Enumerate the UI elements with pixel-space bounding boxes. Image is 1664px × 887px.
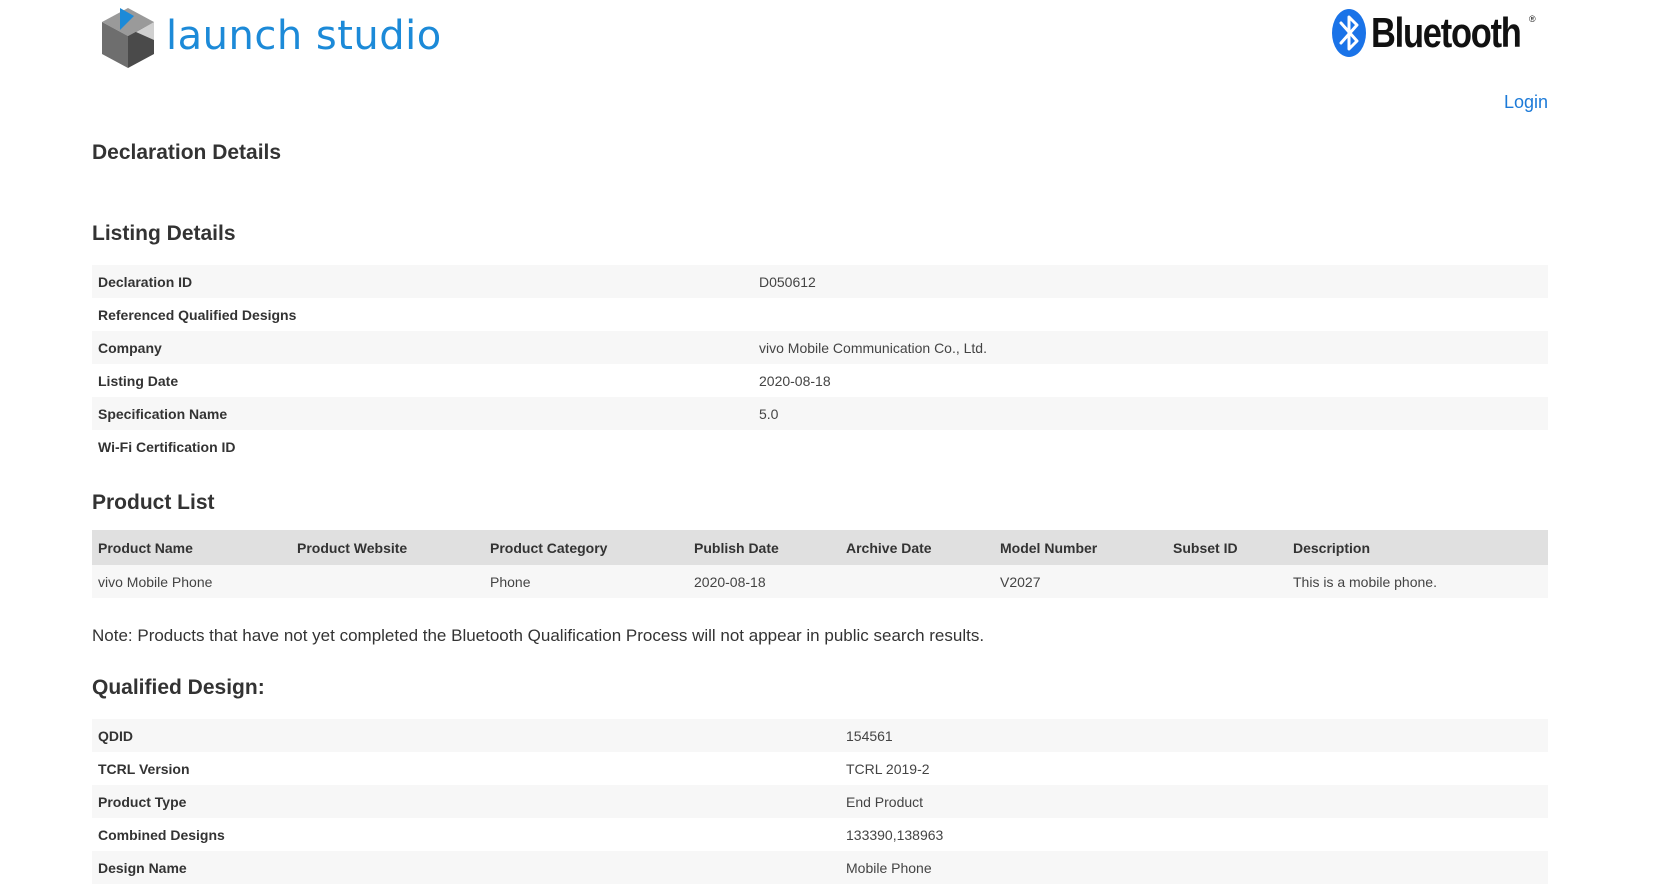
- row-label: Design Name: [92, 851, 840, 884]
- page-title: Declaration Details: [92, 141, 282, 164]
- table-row: Combined Designs 133390,138963: [92, 818, 1548, 851]
- bluetooth-icon: [1332, 9, 1366, 57]
- column-header: Product Website: [291, 530, 484, 565]
- row-value: [753, 430, 1548, 463]
- listing-details-title: Listing Details: [92, 222, 236, 245]
- table-row: QDID 154561: [92, 719, 1548, 752]
- row-label: Specification Name: [92, 397, 753, 430]
- model-number-cell: V2027: [994, 565, 1167, 598]
- launch-studio-cube-icon: [102, 8, 154, 68]
- table-header-row: Product Name Product Website Product Cat…: [92, 530, 1548, 565]
- row-label: Listing Date: [92, 364, 753, 397]
- bluetooth-wordmark: Bluetooth: [1371, 9, 1522, 56]
- table-row: Product Type End Product: [92, 785, 1548, 818]
- listing-details-table: Declaration ID D050612 Referenced Qualif…: [92, 265, 1548, 463]
- column-header: Model Number: [994, 530, 1167, 565]
- product-website-cell: [291, 565, 484, 598]
- row-value: 154561: [840, 719, 1548, 752]
- product-category-cell: Phone: [484, 565, 688, 598]
- column-header: Product Category: [484, 530, 688, 565]
- row-label: Combined Designs: [92, 818, 840, 851]
- product-name-cell: vivo Mobile Phone: [92, 565, 291, 598]
- description-cell: This is a mobile phone.: [1287, 565, 1548, 598]
- table-row: vivo Mobile Phone Phone 2020-08-18 V2027…: [92, 565, 1548, 598]
- row-label: Product Type: [92, 785, 840, 818]
- bluetooth-logo: Bluetooth ®: [1331, 8, 1553, 58]
- row-value: 2020-08-18: [753, 364, 1548, 397]
- qualified-design-table: QDID 154561 TCRL Version TCRL 2019-2 Pro…: [92, 719, 1548, 884]
- table-row: Design Name Mobile Phone: [92, 851, 1548, 884]
- row-value: vivo Mobile Communication Co., Ltd.: [753, 331, 1548, 364]
- row-label: Declaration ID: [92, 265, 753, 298]
- row-value: Mobile Phone: [840, 851, 1548, 884]
- table-row: Declaration ID D050612: [92, 265, 1548, 298]
- table-row: Referenced Qualified Designs: [92, 298, 1548, 331]
- column-header: Description: [1287, 530, 1548, 565]
- row-value: TCRL 2019-2: [840, 752, 1548, 785]
- brand-name: launch studio: [166, 13, 442, 59]
- row-label: QDID: [92, 719, 840, 752]
- column-header: Publish Date: [688, 530, 840, 565]
- table-row: Specification Name 5.0: [92, 397, 1548, 430]
- launch-studio-logo[interactable]: launch studio: [100, 6, 442, 70]
- login-link[interactable]: Login: [1504, 92, 1548, 113]
- row-label: TCRL Version: [92, 752, 840, 785]
- row-value: 5.0: [753, 397, 1548, 430]
- table-row: Company vivo Mobile Communication Co., L…: [92, 331, 1548, 364]
- row-value: 133390,138963: [840, 818, 1548, 851]
- row-value: [753, 298, 1548, 331]
- table-row: TCRL Version TCRL 2019-2: [92, 752, 1548, 785]
- column-header: Subset ID: [1167, 530, 1287, 565]
- row-value: End Product: [840, 785, 1548, 818]
- archive-date-cell: [840, 565, 994, 598]
- column-header: Archive Date: [840, 530, 994, 565]
- product-list-table: Product Name Product Website Product Cat…: [92, 530, 1548, 598]
- table-row: Listing Date 2020-08-18: [92, 364, 1548, 397]
- row-label: Wi-Fi Certification ID: [92, 430, 753, 463]
- publish-date-cell: 2020-08-18: [688, 565, 840, 598]
- qualification-note: Note: Products that have not yet complet…: [92, 626, 985, 645]
- row-value: D050612: [753, 265, 1548, 298]
- subset-id-cell: [1167, 565, 1287, 598]
- row-label: Referenced Qualified Designs: [92, 298, 753, 331]
- registered-mark: ®: [1529, 14, 1536, 24]
- column-header: Product Name: [92, 530, 291, 565]
- product-list-title: Product List: [92, 491, 215, 514]
- site-header: launch studio Bluetooth ® Login: [0, 0, 1664, 112]
- table-row: Wi-Fi Certification ID: [92, 430, 1548, 463]
- qualified-design-title: Qualified Design:: [92, 676, 265, 699]
- row-label: Company: [92, 331, 753, 364]
